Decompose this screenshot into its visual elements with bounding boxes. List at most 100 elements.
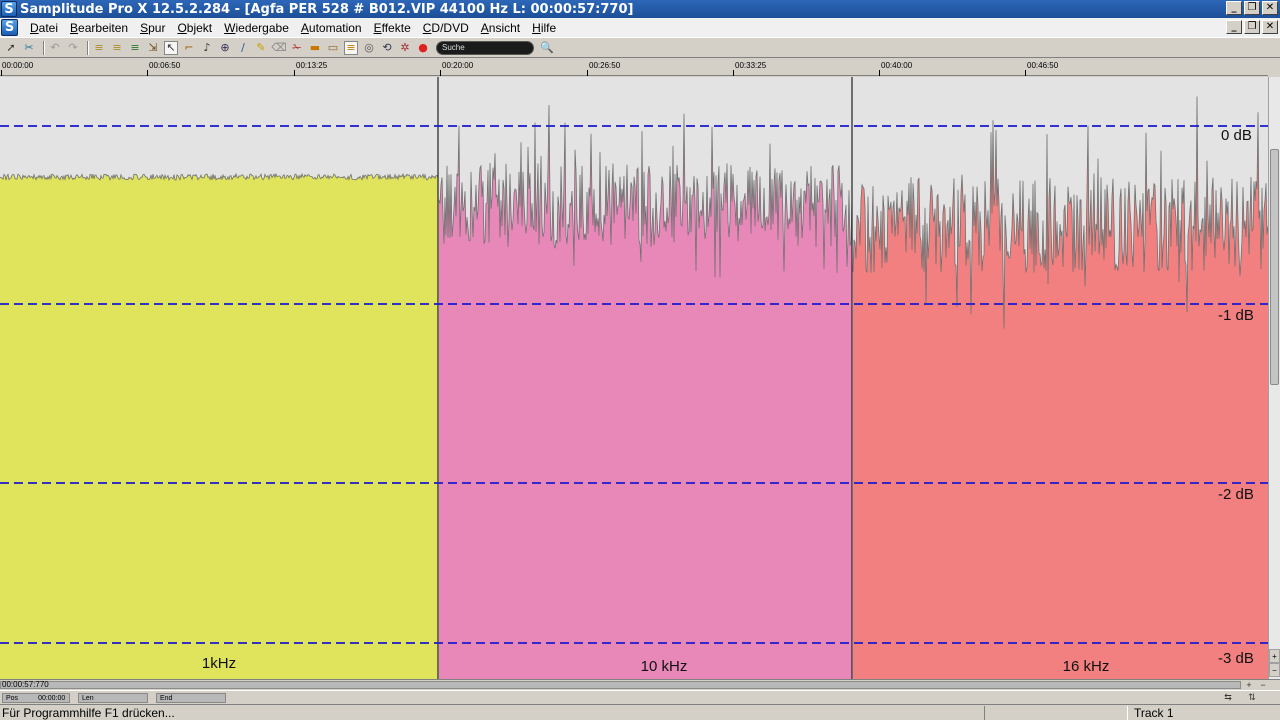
segment-label-16khz: 16 kHz [1062, 658, 1110, 675]
vertical-scrollbar[interactable]: + − [1268, 77, 1280, 679]
document-logo-icon[interactable]: S [1, 19, 18, 36]
record-icon[interactable]: ● [416, 41, 430, 55]
toolbar-separator [43, 40, 45, 55]
status-panel [984, 706, 1128, 720]
list-icon[interactable]: ≡ [110, 41, 124, 55]
minimize-button[interactable]: _ [1226, 1, 1242, 15]
horizontal-scroll-thumb[interactable] [0, 681, 1241, 689]
redo-icon[interactable]: ↷ [66, 41, 80, 55]
vertical-scroll-thumb[interactable] [1270, 149, 1279, 385]
waveform-view[interactable]: 0 dB -1 dB -2 dB -3 dB 1kHz 10 kHz 16 kH… [0, 77, 1268, 679]
ruler-label: 00:26:50 [589, 61, 621, 70]
status-bar: Für Programmhilfe F1 drücken... Track 1 [0, 704, 1280, 720]
zoom-in-h-button[interactable]: + [1243, 680, 1255, 690]
pencil-icon[interactable]: ✎ [254, 41, 268, 55]
segment-label-1khz: 1kHz [201, 655, 237, 672]
samplitude-logo-icon[interactable]: S [1, 1, 17, 17]
time-ruler[interactable]: 00:00:00 00:06:50 00:13:25 00:20:00 00:2… [0, 60, 1268, 76]
doc-restore-button[interactable]: ❐ [1244, 20, 1260, 34]
db-label-minus-1: -1 dB [1218, 307, 1254, 324]
status-track: Track 1 [1134, 706, 1174, 720]
waveform-fill-segment [0, 174, 438, 679]
range-icon[interactable]: ⇲ [146, 41, 160, 55]
toolbar-separator [87, 40, 89, 55]
waveform-fill-segment [439, 105, 852, 679]
erase-icon[interactable]: ⌫ [271, 41, 287, 55]
snap-icon[interactable]: ≡ [344, 40, 358, 55]
len-label: Len [82, 694, 94, 702]
list-icon[interactable]: ≡ [92, 41, 106, 55]
scrub-icon[interactable]: ♪ [200, 41, 214, 55]
search-icon[interactable]: 🔍 [540, 41, 554, 55]
ruler-tick [879, 70, 880, 76]
menu-wiedergabe[interactable]: Wiedergabe [218, 21, 295, 35]
list-icon[interactable]: ≡ [128, 41, 142, 55]
end-label: End [160, 694, 173, 702]
pos-field[interactable]: Pos 00:00:00 [2, 693, 70, 703]
end-field[interactable]: End [156, 693, 226, 703]
menu-bearbeiten[interactable]: Bearbeiten [64, 21, 134, 35]
search-input[interactable]: Suche [436, 40, 534, 55]
app-window: S Samplitude Pro X 12.5.2.284 - [Agfa PE… [0, 0, 1280, 720]
menu-datei[interactable]: Datei [24, 21, 64, 35]
toolbar: ➚ ✂ ↶ ↷ ≡ ≡ ≡ ⇲ ↖ ⌐ ♪ ⊕ ∕ ✎ ⌫ ✁ ▬ ▭ ≡ ◎ … [0, 37, 1280, 58]
undo-icon[interactable]: ↶ [48, 41, 62, 55]
ruler-label: 00:06:50 [149, 61, 181, 70]
zoom-out-button[interactable]: − [1269, 663, 1280, 677]
ruler-tick [587, 70, 588, 76]
window-controls: _ ❐ ✕ [1226, 1, 1278, 15]
ruler-label: 00:00:00 [2, 61, 34, 70]
fade-icon[interactable]: ▭ [326, 41, 340, 55]
expand-icon[interactable]: ⇅ [1246, 692, 1258, 702]
ruler-label: 00:20:00 [442, 61, 474, 70]
zoom-icon[interactable]: ⊕ [218, 41, 232, 55]
marker-icon[interactable]: ▬ [308, 41, 322, 55]
select-icon[interactable]: ↖ [164, 40, 178, 55]
db-label-minus-3: -3 dB [1218, 650, 1254, 667]
horizontal-scrollbar[interactable]: 00:00:57:770 + − [0, 679, 1280, 690]
ruler-label: 00:40:00 [881, 61, 913, 70]
ruler-tick [1025, 70, 1026, 76]
draw-icon[interactable]: ∕ [236, 41, 250, 55]
range-select-icon[interactable]: ⌐ [182, 41, 196, 55]
ruler-tick [147, 70, 148, 76]
menu-effekte[interactable]: Effekte [368, 21, 417, 35]
db-label-minus-2: -2 dB [1218, 486, 1254, 503]
waveform-fill-segment [853, 96, 1268, 679]
doc-close-button[interactable]: ✕ [1262, 20, 1278, 34]
ruler-label: 00:13:25 [296, 61, 328, 70]
waveform-canvas[interactable] [0, 77, 1268, 679]
ruler-label: 00:33:25 [735, 61, 767, 70]
position-bar: Pos 00:00:00 Len End ⇆ ⇅ [0, 690, 1280, 704]
menu-objekt[interactable]: Objekt [171, 21, 218, 35]
cd-icon[interactable]: ◎ [362, 41, 376, 55]
menu-spur[interactable]: Spur [134, 21, 171, 35]
settings-icon[interactable]: ✲ [398, 41, 412, 55]
menu-cd-dvd[interactable]: CD/DVD [417, 21, 475, 35]
menu-automation[interactable]: Automation [295, 21, 368, 35]
restore-button[interactable]: ❐ [1244, 1, 1260, 15]
segment-label-10khz: 10 kHz [640, 658, 688, 675]
zoom-out-h-button[interactable]: − [1257, 680, 1269, 690]
scroll-position: 00:00:57:770 [2, 680, 49, 689]
zoom-in-button[interactable]: + [1269, 649, 1280, 663]
pos-label: Pos [6, 694, 19, 702]
title-bar: S Samplitude Pro X 12.5.2.284 - [Agfa PE… [0, 0, 1280, 18]
swap-icon[interactable]: ⇆ [1222, 692, 1234, 702]
loop-icon[interactable]: ⟲ [380, 41, 394, 55]
pointer-icon[interactable]: ➚ [4, 41, 18, 55]
ruler-tick [1, 70, 2, 76]
menu-bar: S Datei Bearbeiten Spur Objekt Wiedergab… [0, 18, 1280, 37]
close-button[interactable]: ✕ [1262, 1, 1278, 15]
menu-hilfe[interactable]: Hilfe [526, 21, 562, 35]
menu-ansicht[interactable]: Ansicht [475, 21, 526, 35]
cut-icon[interactable]: ✂ [22, 41, 36, 55]
db-label-0: 0 dB [1221, 127, 1252, 144]
cut-tool-icon[interactable]: ✁ [290, 41, 304, 55]
document-window-controls: _ ❐ ✕ [1226, 20, 1278, 34]
doc-minimize-button[interactable]: _ [1226, 20, 1242, 34]
len-field[interactable]: Len [78, 693, 148, 703]
ruler-label: 00:46:50 [1027, 61, 1059, 70]
ruler-tick [733, 70, 734, 76]
status-help-text: Für Programmhilfe F1 drücken... [2, 706, 175, 720]
